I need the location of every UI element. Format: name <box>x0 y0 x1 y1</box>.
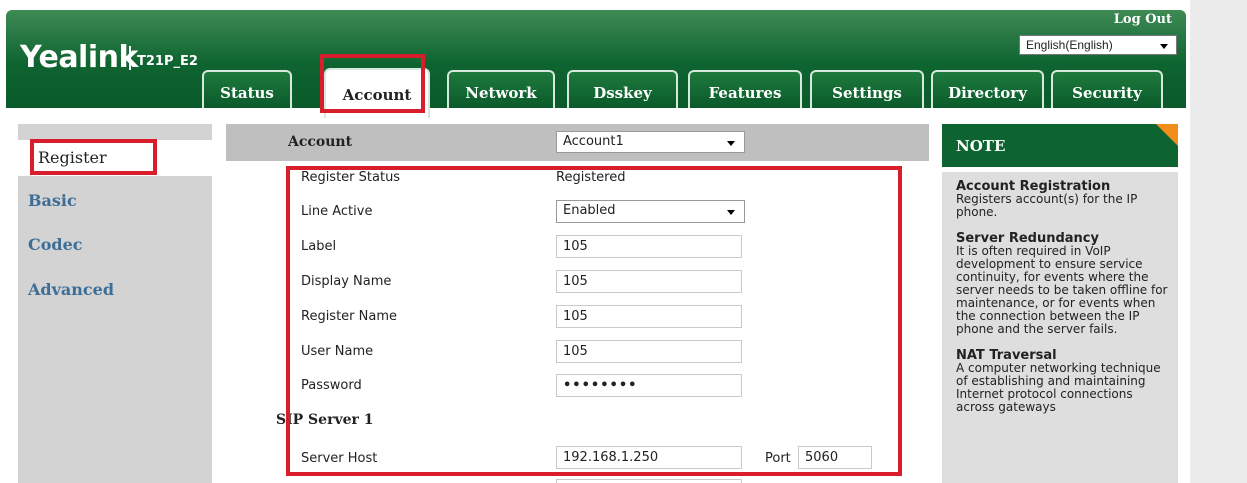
tab-status[interactable]: Status <box>202 70 292 108</box>
sidebar-item-advanced[interactable]: Advanced <box>28 280 114 299</box>
tab-features[interactable]: Features <box>688 70 802 108</box>
sidebar <box>18 124 212 483</box>
logout-link[interactable]: Log Out <box>1114 12 1172 27</box>
note-title: NOTE <box>956 137 1006 155</box>
chevron-down-icon <box>1160 44 1168 49</box>
register-item-highlight <box>30 139 157 175</box>
tab-network[interactable]: Network <box>447 70 555 108</box>
note-section-text: It is often required in VoIP development… <box>956 244 1168 336</box>
tab-settings[interactable]: Settings <box>810 70 924 108</box>
window-background-strip <box>1190 0 1247 483</box>
logo-divider <box>129 46 131 70</box>
account-value: Account1 <box>563 134 624 149</box>
top-header: Yealink T21P_E2 Log Out English(English)… <box>6 10 1186 118</box>
note-section: Account Registration Registers account(s… <box>956 180 1168 219</box>
tab-directory[interactable]: Directory <box>931 70 1044 108</box>
note-body: Account Registration Registers account(s… <box>942 172 1178 483</box>
note-header: NOTE <box>942 124 1178 167</box>
next-field[interactable] <box>556 479 742 483</box>
chevron-down-icon <box>727 141 735 146</box>
note-section: NAT Traversal A computer networking tech… <box>956 349 1168 414</box>
yealink-logo: Yealink <box>20 40 138 75</box>
tab-dsskey[interactable]: Dsskey <box>567 70 678 108</box>
note-section-text: A computer networking technique of estab… <box>956 361 1161 414</box>
corner-fold-icon <box>1156 124 1178 146</box>
language-value: English(English) <box>1026 38 1113 52</box>
account-select[interactable]: Account1 <box>556 131 745 153</box>
account-tab-highlight <box>320 54 425 113</box>
form-highlight <box>286 166 902 476</box>
note-section: Server Redundancy It is often required i… <box>956 232 1168 336</box>
tab-security[interactable]: Security <box>1051 70 1163 108</box>
note-section-text: Registers account(s) for the IP phone. <box>956 192 1138 219</box>
sidebar-item-codec[interactable]: Codec <box>28 235 83 254</box>
language-select[interactable]: English(English) <box>1019 35 1177 55</box>
model-label: T21P_E2 <box>137 54 198 69</box>
sidebar-item-basic[interactable]: Basic <box>28 191 77 210</box>
account-label: Account <box>288 134 353 150</box>
